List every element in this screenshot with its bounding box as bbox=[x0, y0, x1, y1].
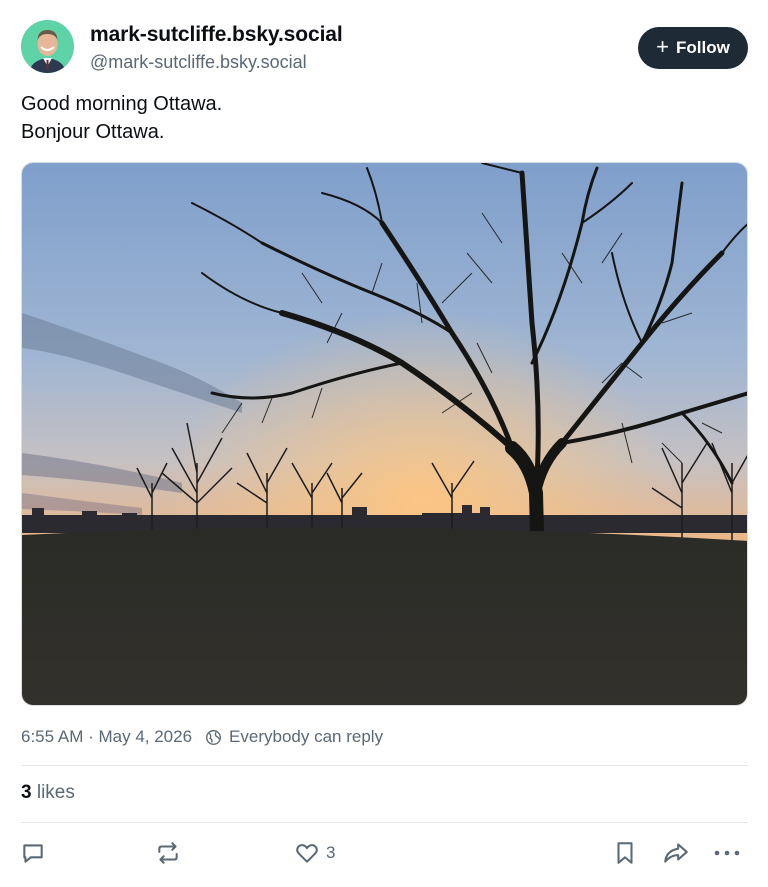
speech-bubble-icon bbox=[23, 844, 43, 863]
divider bbox=[21, 765, 748, 766]
post-text-line: Good morning Ottawa. bbox=[21, 93, 223, 115]
repost-icon bbox=[158, 842, 178, 864]
follow-button[interactable]: + Follow bbox=[638, 27, 748, 69]
like-count: 3 bbox=[326, 843, 336, 862]
reply-button[interactable] bbox=[20, 840, 46, 866]
likes-count: 3 bbox=[21, 782, 32, 803]
author-display-name[interactable]: mark-sutcliffe.bsky.social bbox=[90, 22, 343, 48]
post-text: Good morning Ottawa. Bonjour Ottawa. bbox=[21, 90, 222, 146]
likes-summary[interactable]: 3 likes bbox=[21, 782, 75, 804]
post-header: mark-sutcliffe.bsky.social @mark-sutclif… bbox=[21, 20, 748, 74]
likes-label: likes bbox=[36, 782, 75, 803]
author-info[interactable]: mark-sutcliffe.bsky.social @mark-sutclif… bbox=[90, 22, 343, 74]
author-handle[interactable]: @mark-sutcliffe.bsky.social bbox=[90, 50, 343, 74]
avatar-image bbox=[21, 20, 74, 73]
sunset-tree-photo bbox=[22, 163, 747, 705]
bookmark-icon bbox=[617, 842, 633, 864]
reply-setting: Everybody can reply bbox=[229, 727, 384, 746]
bookmark-button[interactable] bbox=[612, 840, 638, 866]
repost-button[interactable] bbox=[155, 840, 181, 866]
plus-icon: + bbox=[656, 34, 670, 59]
share-button[interactable] bbox=[662, 840, 690, 866]
like-button[interactable]: 3 bbox=[294, 840, 335, 866]
follow-button-label: Follow bbox=[676, 38, 730, 57]
post-text-line: Bonjour Ottawa. bbox=[21, 121, 165, 143]
divider bbox=[21, 822, 748, 823]
globe-icon bbox=[205, 729, 222, 746]
post-timestamp[interactable]: 6:55 AM · May 4, 2026 bbox=[21, 727, 192, 747]
post-image[interactable] bbox=[21, 162, 748, 706]
heart-icon bbox=[296, 844, 318, 863]
post-meta: 6:55 AM · May 4, 2026 Everybody can repl… bbox=[21, 727, 383, 747]
ellipsis-icon bbox=[714, 850, 740, 856]
more-options-button[interactable] bbox=[713, 840, 741, 866]
share-arrow-icon bbox=[664, 843, 688, 863]
avatar[interactable] bbox=[21, 20, 74, 73]
